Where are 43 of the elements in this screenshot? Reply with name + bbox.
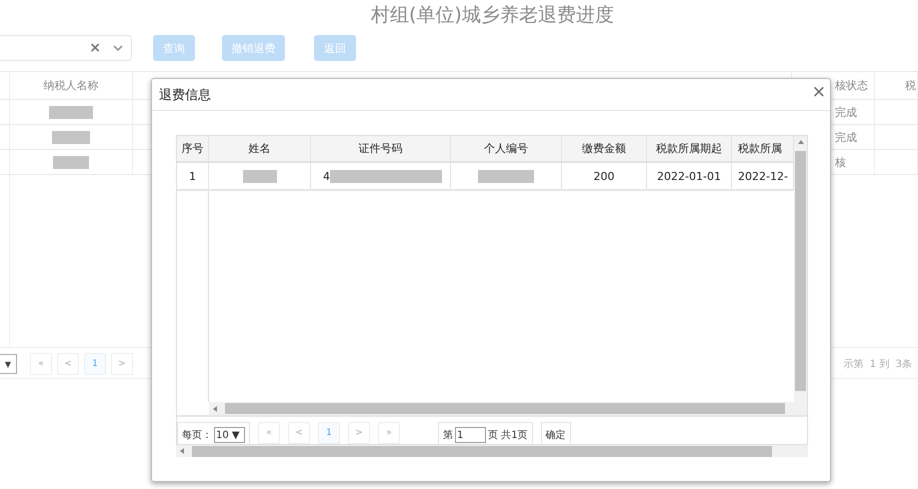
page-title: 村组(单位)城乡养老退费进度 <box>371 3 614 28</box>
dialog-title: 退费信息 <box>159 86 211 104</box>
pager-button[interactable]: « <box>258 422 280 444</box>
redaction-bar <box>242 170 276 182</box>
pager-button[interactable]: < <box>288 422 310 444</box>
column-header: 税 <box>905 78 916 93</box>
table-cell: 4 <box>323 170 330 182</box>
toolbar-button[interactable]: 查询 <box>153 35 195 61</box>
column-header: 核状态 <box>835 78 868 93</box>
column-header: 纳税人名称 <box>44 78 98 93</box>
pager-button[interactable]: < <box>57 353 79 375</box>
page-size-label: 每页： <box>182 429 212 442</box>
table-cell: 核 <box>835 154 846 170</box>
pager-button[interactable]: « <box>30 353 52 375</box>
table-cell: 完成 <box>835 104 857 120</box>
chevron-down-icon[interactable] <box>113 44 123 52</box>
vertical-scrollbar[interactable] <box>794 136 807 415</box>
pager-button[interactable]: > <box>348 422 370 444</box>
toolbar-button[interactable]: 撤销退费 <box>222 35 285 61</box>
horizontal-scrollbar[interactable] <box>209 402 794 415</box>
horizontal-scrollbar[interactable] <box>176 445 808 457</box>
scroll-left-icon[interactable] <box>212 406 218 412</box>
clear-icon[interactable]: × <box>89 40 101 56</box>
pager-button[interactable]: 1 <box>84 353 106 375</box>
page-label: 第 <box>443 429 453 442</box>
redaction-bar <box>53 156 89 168</box>
redaction-bar <box>52 130 90 144</box>
pager-button[interactable]: » <box>378 422 400 444</box>
page-size-select[interactable]: 10 ▼ <box>214 427 245 443</box>
toolbar-button[interactable]: 返回 <box>314 35 356 61</box>
page-size-select[interactable]: ▼ <box>0 354 17 374</box>
page-input[interactable]: 1 <box>455 427 486 443</box>
scroll-left-icon[interactable] <box>179 448 185 454</box>
redaction-bar <box>49 106 93 118</box>
pager-button[interactable]: > <box>111 353 133 375</box>
table-cell: 完成 <box>835 130 857 144</box>
redaction-bar <box>478 170 534 182</box>
pager-button[interactable]: 1 <box>318 422 340 444</box>
scroll-up-icon[interactable] <box>798 139 804 145</box>
page-info: 示第 1 到 3条 <box>843 358 912 371</box>
page-label: 页 共1页 <box>488 428 528 442</box>
close-button[interactable]: × <box>812 82 826 102</box>
filter-select[interactable]: × <box>0 35 132 61</box>
